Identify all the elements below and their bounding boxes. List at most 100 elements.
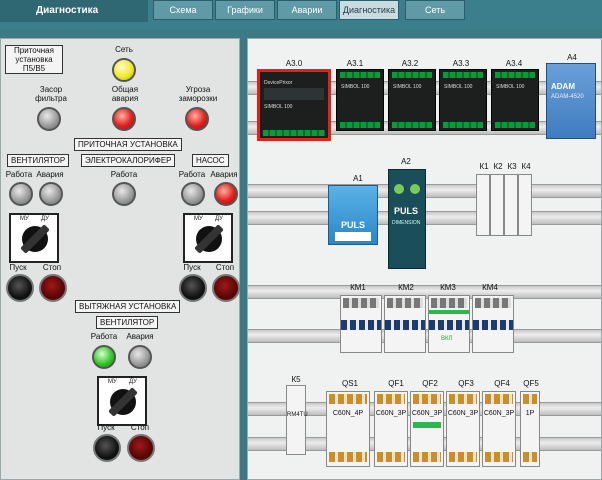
- exhaust-switch-mu: МУ: [108, 379, 117, 385]
- fan-stop-button[interactable]: [39, 274, 67, 302]
- control-panel: Приточная установка П5/В5 Сеть Засор фил…: [0, 38, 240, 480]
- contactor-km1[interactable]: [340, 295, 382, 353]
- pump-stop-button[interactable]: [212, 274, 240, 302]
- contactor-terminals: [431, 298, 467, 308]
- terminal-block: [443, 122, 483, 128]
- contactor-terminals: [343, 298, 379, 308]
- contactor-km4[interactable]: [472, 295, 514, 353]
- supply-unit-title: ПРИТОЧНАЯ УСТАНОВКА: [74, 138, 182, 151]
- app-title: Диагностика: [0, 0, 148, 22]
- module-a3-2[interactable]: SIMBOL 100: [388, 69, 436, 131]
- a1-brand: PULS: [341, 220, 366, 230]
- relay-k1[interactable]: [476, 174, 490, 236]
- exhaust-run-lamp: [92, 345, 116, 369]
- contactor-km1-label: КМ1: [350, 283, 366, 292]
- breaker-qf5[interactable]: 1P: [520, 391, 540, 467]
- tab-network[interactable]: Сеть: [405, 0, 465, 20]
- qf4-rating: C60N_3P: [483, 410, 515, 417]
- switch-qs1[interactable]: C60N_4P: [326, 391, 370, 467]
- tab-scheme[interactable]: Схема: [153, 0, 213, 20]
- breaker-qf2-label: QF2: [422, 379, 438, 388]
- module-a3-4[interactable]: SIMBOL 100: [491, 69, 539, 131]
- terminal-block: [392, 122, 432, 128]
- breaker-qf1[interactable]: C60N_3P: [374, 391, 408, 467]
- pump-alarm-label: Авария: [210, 170, 238, 179]
- pump-start-button[interactable]: [179, 274, 207, 302]
- pump-title: НАСОС: [192, 154, 229, 167]
- tab-charts[interactable]: Графики: [215, 0, 275, 20]
- breaker-qf4[interactable]: C60N_3P: [482, 391, 516, 467]
- contactor-km2[interactable]: [384, 295, 426, 353]
- module-screen: [264, 88, 324, 100]
- contactor-coils: [429, 320, 469, 330]
- breaker-terminals: [329, 394, 367, 404]
- fan-switch-du: ДУ: [41, 216, 49, 222]
- power-supply-a2[interactable]: PULS DIMENSION: [388, 169, 426, 269]
- module-a3-2-label: А3.2: [401, 59, 419, 68]
- breaker-terminals: [377, 452, 405, 462]
- breaker-terminals: [523, 394, 537, 404]
- exhaust-alarm-lamp: [128, 345, 152, 369]
- a2-label: А2: [401, 157, 411, 166]
- module-a3-3[interactable]: SIMBOL 100: [439, 69, 487, 131]
- breaker-qf5-label: QF5: [523, 379, 539, 388]
- top-bar: Диагностика Схема Графики Аварии Диагнос…: [0, 0, 602, 30]
- general-alarm-label: Общая авария: [111, 85, 139, 103]
- tab-alarms[interactable]: Аварии: [277, 0, 337, 20]
- contactor-km4-label: КМ4: [482, 283, 498, 292]
- tab-diagnostics[interactable]: Диагностика: [339, 0, 399, 20]
- breaker-terminals: [523, 452, 537, 462]
- exhaust-run-label: Работа: [90, 332, 118, 341]
- network-lamp: [112, 58, 136, 82]
- breaker-qf3[interactable]: C60N_3P: [446, 391, 480, 467]
- contactor-terminals: [387, 298, 423, 308]
- terminal-block: [443, 72, 483, 78]
- contactor-km3[interactable]: ВКЛ: [428, 295, 470, 353]
- breaker-terminals: [329, 452, 367, 462]
- module-model: SIMBOL 100: [393, 84, 422, 90]
- freeze-lamp: [185, 107, 209, 131]
- module-model: SIMBOL 100: [444, 84, 473, 90]
- cabinet-view: А3.0 DevicePrixor SIMBOL 100 А3.1 SIMBOL…: [247, 38, 602, 480]
- module-a4-adam[interactable]: ADAM ADAM-4520: [546, 63, 596, 139]
- a2-led: [410, 184, 420, 194]
- pump-stop-label: Стоп: [215, 263, 235, 272]
- contactor-km3-label: КМ3: [440, 283, 456, 292]
- relay-k4[interactable]: [518, 174, 532, 236]
- a1-terminal: [335, 232, 371, 241]
- exhaust-stop-label: Стоп: [130, 423, 150, 432]
- a2-sub: DIMENSION: [392, 220, 421, 226]
- contactor-on-label: ВКЛ: [441, 336, 453, 342]
- fan-start-label: Пуск: [9, 263, 27, 272]
- fan-start-button[interactable]: [6, 274, 34, 302]
- pump-run-label: Работа: [178, 170, 206, 179]
- terminal-block: [495, 122, 535, 128]
- breaker-qf4-label: QF4: [494, 379, 510, 388]
- breaker-terminals: [377, 394, 405, 404]
- filter-label: Засор фильтра: [35, 85, 67, 103]
- pump-run-lamp: [181, 182, 205, 206]
- module-a3-0[interactable]: DevicePrixor SIMBOL 100: [257, 69, 331, 141]
- breaker-qf3-label: QF3: [458, 379, 474, 388]
- fan-alarm-lamp: [39, 182, 63, 206]
- relay-k2[interactable]: [490, 174, 504, 236]
- qf3-rating: C60N_3P: [447, 410, 479, 417]
- fan-mode-switch[interactable]: МУ ДУ: [9, 213, 59, 263]
- relay-k5[interactable]: RM4TU: [286, 385, 308, 455]
- qf1-rating: C60N_3P: [375, 410, 407, 417]
- pump-switch-mu: МУ: [194, 216, 203, 222]
- breaker-qf2[interactable]: C60N_3P: [410, 391, 444, 467]
- power-supply-a1[interactable]: PULS: [328, 185, 378, 245]
- qf2-on-indicator: [413, 422, 441, 428]
- exhaust-stop-button[interactable]: [127, 434, 155, 462]
- relay-k3[interactable]: [504, 174, 518, 236]
- pump-mode-switch[interactable]: МУ ДУ: [183, 213, 233, 263]
- exhaust-start-button[interactable]: [93, 434, 121, 462]
- heater-run-lamp: [112, 182, 136, 206]
- module-a3-1[interactable]: SIMBOL 100: [336, 69, 384, 131]
- contactor-coils: [385, 320, 425, 330]
- network-label: Сеть: [115, 45, 133, 54]
- module-a3-0-label: А3.0: [285, 59, 303, 68]
- breaker-terminals: [413, 394, 441, 404]
- exhaust-mode-switch[interactable]: МУ ДУ: [97, 376, 147, 426]
